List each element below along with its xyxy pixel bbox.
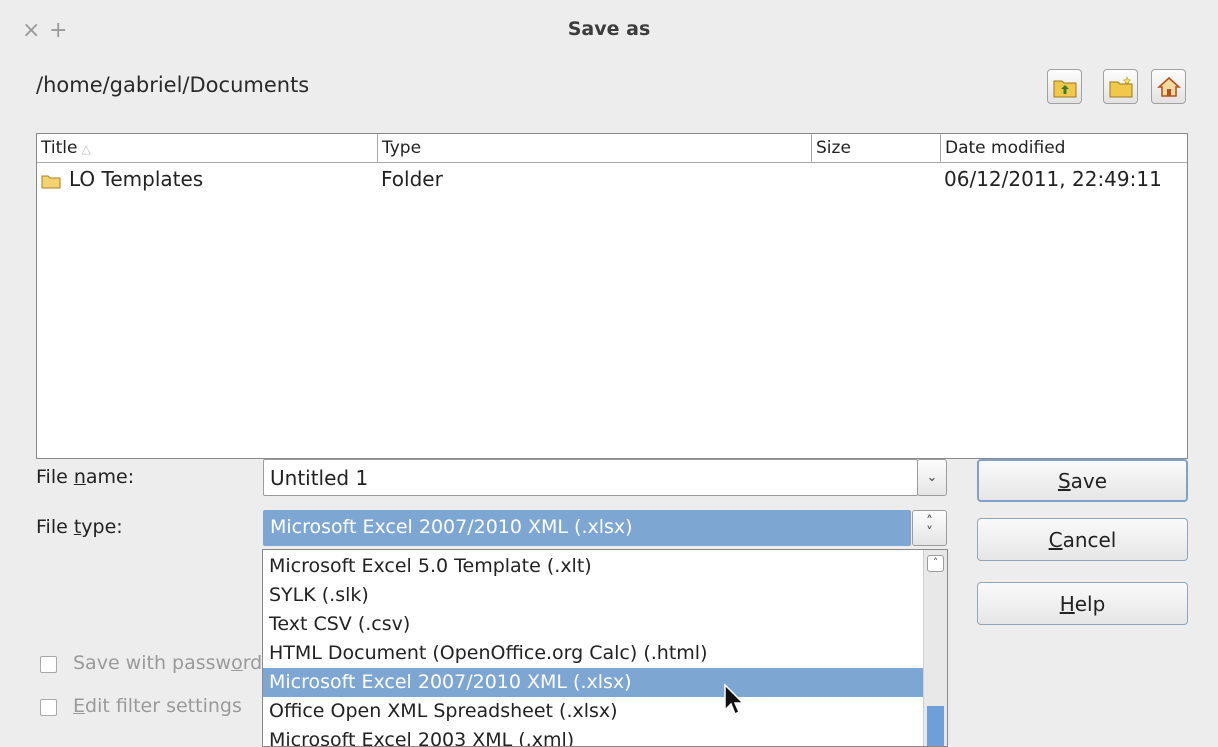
window-title: Save as bbox=[567, 18, 651, 40]
column-header-date-modified[interactable]: Date modified bbox=[941, 134, 1187, 163]
file-name-history-button[interactable]: ⌄ bbox=[917, 459, 947, 496]
row-type: Folder bbox=[381, 167, 443, 191]
current-path: /home/gabriel/Documents bbox=[36, 73, 310, 97]
edit-filter-settings-label[interactable]: Edit filter settings bbox=[73, 695, 242, 717]
save-button[interactable]: Save bbox=[977, 459, 1188, 502]
row-title: LO Templates bbox=[69, 167, 204, 191]
scroll-thumb[interactable] bbox=[927, 706, 944, 746]
folder-icon bbox=[41, 175, 61, 189]
folder-up-icon bbox=[1053, 80, 1076, 97]
file-type-stepper[interactable]: ˄ ˅ bbox=[912, 510, 947, 546]
list-item[interactable]: Text CSV (.csv) bbox=[263, 610, 923, 639]
list-item-selected[interactable]: Microsoft Excel 2007/2010 XML (.xlsx) bbox=[263, 668, 923, 697]
mouse-cursor-icon bbox=[724, 683, 745, 716]
help-button[interactable]: Help bbox=[977, 582, 1188, 625]
edit-filter-settings-checkbox[interactable] bbox=[40, 699, 57, 716]
file-type-select[interactable]: Microsoft Excel 2007/2010 XML (.xlsx) bbox=[263, 510, 911, 546]
list-item[interactable]: SYLK (.slk) bbox=[263, 581, 923, 610]
home-icon bbox=[1156, 76, 1181, 97]
home-button[interactable] bbox=[1151, 69, 1186, 104]
file-type-label: File type: bbox=[36, 516, 123, 538]
cancel-button[interactable]: Cancel bbox=[977, 518, 1188, 561]
save-with-password-checkbox[interactable] bbox=[40, 656, 57, 673]
file-list[interactable]: Title △ Type Size Date modified LO Templa… bbox=[36, 133, 1188, 459]
title-bar: × + Save as bbox=[0, 0, 1218, 60]
file-type-dropdown-list[interactable]: Microsoft Excel 5.0 Template (.xlt) SYLK… bbox=[262, 549, 948, 747]
column-header-type[interactable]: Type bbox=[378, 134, 812, 163]
list-item[interactable]: HTML Document (OpenOffice.org Calc) (.ht… bbox=[263, 639, 923, 668]
list-item[interactable]: Office Open XML Spreadsheet (.xlsx) bbox=[263, 697, 923, 726]
chevron-down-icon: ˅ bbox=[926, 525, 933, 541]
dropdown-scrollbar[interactable]: ˄ bbox=[923, 550, 947, 746]
table-row[interactable]: LO Templates Folder 06/12/2011, 22:49:11 bbox=[37, 167, 1187, 195]
file-name-label: File name: bbox=[36, 466, 135, 488]
save-with-password-label[interactable]: Save with password bbox=[73, 652, 262, 674]
folder-up-button[interactable] bbox=[1047, 69, 1082, 104]
row-date-modified: 06/12/2011, 22:49:11 bbox=[944, 167, 1162, 191]
list-item[interactable]: Microsoft Excel 5.0 Template (.xlt) bbox=[263, 552, 923, 581]
sort-ascending-icon: △ bbox=[81, 142, 91, 156]
list-item[interactable]: Microsoft Excel 2003 XML (.xml) bbox=[263, 726, 923, 746]
column-header-title[interactable]: Title △ bbox=[37, 134, 378, 163]
chevron-down-icon: ⌄ bbox=[926, 470, 938, 485]
column-header-size[interactable]: Size bbox=[812, 134, 941, 163]
new-folder-icon bbox=[1109, 75, 1132, 97]
file-name-field[interactable]: Untitled 1 bbox=[263, 459, 918, 496]
scroll-up-icon[interactable]: ˄ bbox=[927, 555, 944, 572]
new-folder-button[interactable] bbox=[1103, 69, 1138, 104]
